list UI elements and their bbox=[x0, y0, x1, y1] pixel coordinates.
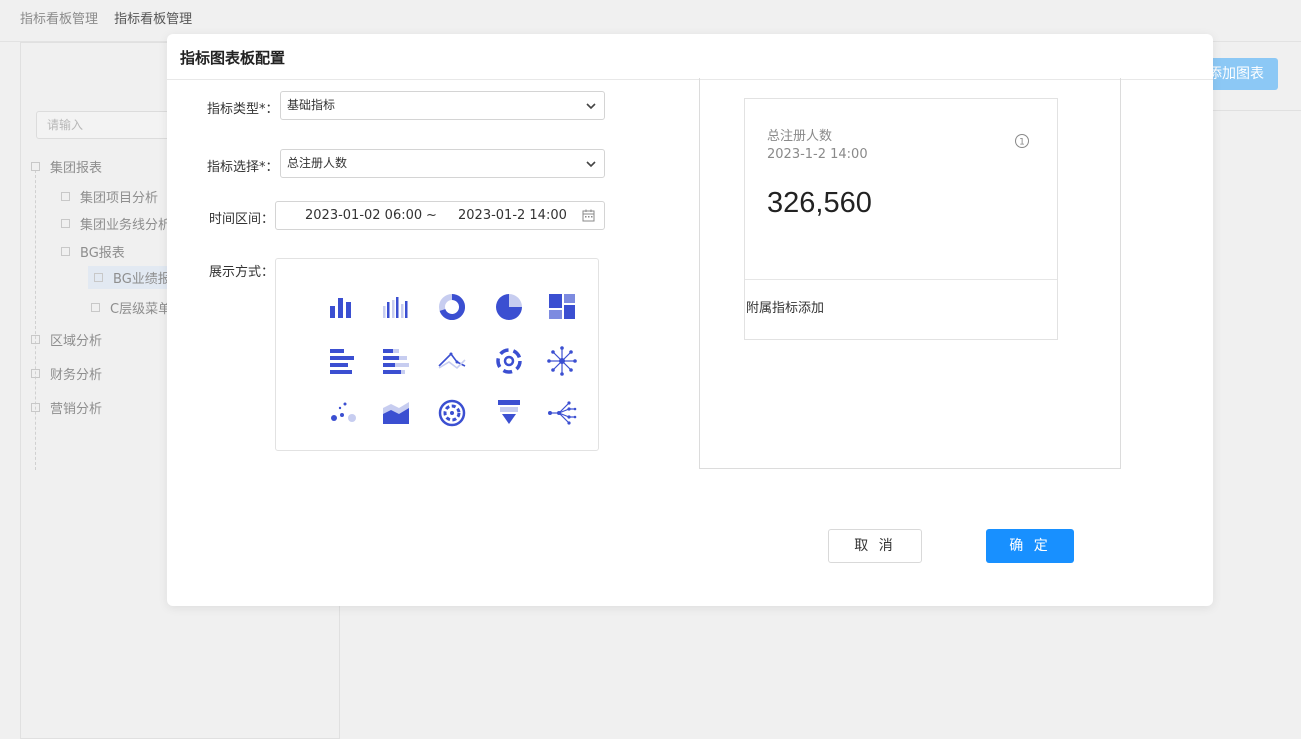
tree-item[interactable]: 财务分析 bbox=[31, 364, 102, 383]
radial-chart-icon[interactable] bbox=[494, 346, 524, 376]
area-chart-icon[interactable] bbox=[381, 398, 411, 428]
metric-card-title: 总注册人数 bbox=[767, 129, 833, 144]
tree-item[interactable]: 区域分析 bbox=[31, 330, 102, 349]
preview-panel: 总注册人数 2023-1-2 14:00 1 326,560 附属指标添加 bbox=[699, 78, 1121, 469]
scatter-chart-icon[interactable] bbox=[328, 398, 358, 428]
horizontal-bar-chart-icon[interactable] bbox=[328, 346, 358, 376]
date-to-value[interactable]: 2023-01-2 14:00 bbox=[458, 202, 567, 229]
cancel-button[interactable]: 取 消 bbox=[828, 529, 922, 563]
metric-type-value: 基础指标 bbox=[287, 98, 336, 112]
expand-icon[interactable] bbox=[94, 273, 103, 282]
tree-chart-icon[interactable] bbox=[547, 398, 577, 428]
expand-icon[interactable] bbox=[31, 403, 40, 412]
expand-icon[interactable] bbox=[91, 303, 100, 312]
expand-icon[interactable] bbox=[31, 369, 40, 378]
confirm-button[interactable]: 确 定 bbox=[986, 529, 1074, 563]
date-range-separator: ~ bbox=[426, 208, 437, 223]
expand-icon[interactable] bbox=[31, 162, 40, 171]
tree-item-selected[interactable]: BG业绩报 bbox=[88, 266, 177, 289]
expand-icon[interactable] bbox=[61, 219, 70, 228]
donut-chart-icon[interactable] bbox=[437, 292, 467, 322]
sunburst-chart-icon[interactable] bbox=[547, 346, 577, 376]
tree-item[interactable]: C层级菜单 bbox=[91, 298, 171, 317]
metric-card-divider bbox=[745, 279, 1057, 280]
bar-chart-icon[interactable] bbox=[328, 292, 358, 322]
date-from-value[interactable]: 2023-01-02 06:00 bbox=[305, 202, 422, 229]
ring-gauge-chart-icon[interactable] bbox=[437, 398, 467, 428]
chart-config-modal: 指标图表板配置 指标类型*： 基础指标 指标选择*： 总注册人数 时间区间： 2… bbox=[167, 34, 1213, 606]
metric-type-select[interactable]: 基础指标 bbox=[280, 91, 605, 120]
chevron-down-icon bbox=[586, 103, 596, 110]
calendar-icon[interactable] bbox=[582, 209, 595, 222]
metric-type-label: 指标类型*： bbox=[207, 102, 279, 117]
metric-card: 总注册人数 2023-1-2 14:00 1 326,560 附属指标添加 bbox=[744, 98, 1058, 340]
line-chart-icon[interactable] bbox=[437, 346, 467, 376]
tree-item[interactable]: BG报表 bbox=[61, 242, 125, 261]
pie-chart-icon[interactable] bbox=[494, 292, 524, 322]
grouped-bar-chart-icon[interactable] bbox=[381, 292, 411, 322]
date-range-picker[interactable]: 2023-01-02 06:00 ~ 2023-01-2 14:00 bbox=[275, 201, 605, 230]
breadcrumb-item[interactable]: 指标看板管理 bbox=[20, 12, 98, 27]
info-icon[interactable]: 1 bbox=[1014, 133, 1030, 149]
chevron-down-icon bbox=[586, 161, 596, 168]
metric-select[interactable]: 总注册人数 bbox=[280, 149, 605, 178]
stacked-horizontal-bar-chart-icon[interactable] bbox=[381, 346, 411, 376]
expand-icon[interactable] bbox=[31, 335, 40, 344]
metric-select-value: 总注册人数 bbox=[287, 156, 348, 170]
breadcrumb: 指标看板管理 指标看板管理 bbox=[20, 8, 204, 27]
tree-item[interactable]: 集团项目分析 bbox=[61, 187, 158, 206]
tree-item[interactable]: 集团报表 bbox=[31, 157, 102, 176]
modal-title: 指标图表板配置 bbox=[180, 49, 286, 67]
tree-connector bbox=[35, 170, 36, 470]
tree-item[interactable]: 营销分析 bbox=[31, 398, 102, 417]
add-sub-metric-link[interactable]: 附属指标添加 bbox=[746, 297, 824, 316]
expand-icon[interactable] bbox=[61, 192, 70, 201]
time-range-label: 时间区间： bbox=[209, 212, 275, 227]
funnel-chart-icon[interactable] bbox=[494, 398, 524, 428]
display-mode-label: 展示方式： bbox=[209, 265, 275, 280]
metric-card-value: 326,560 bbox=[767, 187, 872, 219]
tree-item[interactable]: 集团业务线分析 bbox=[61, 214, 171, 233]
breadcrumb-current: 指标看板管理 bbox=[114, 12, 193, 27]
metric-select-label: 指标选择*： bbox=[207, 160, 279, 175]
expand-icon[interactable] bbox=[61, 247, 70, 256]
svg-text:1: 1 bbox=[1019, 138, 1025, 148]
chart-type-picker bbox=[275, 258, 599, 451]
metric-card-time: 2023-1-2 14:00 bbox=[767, 147, 868, 162]
treemap-chart-icon[interactable] bbox=[547, 292, 577, 322]
